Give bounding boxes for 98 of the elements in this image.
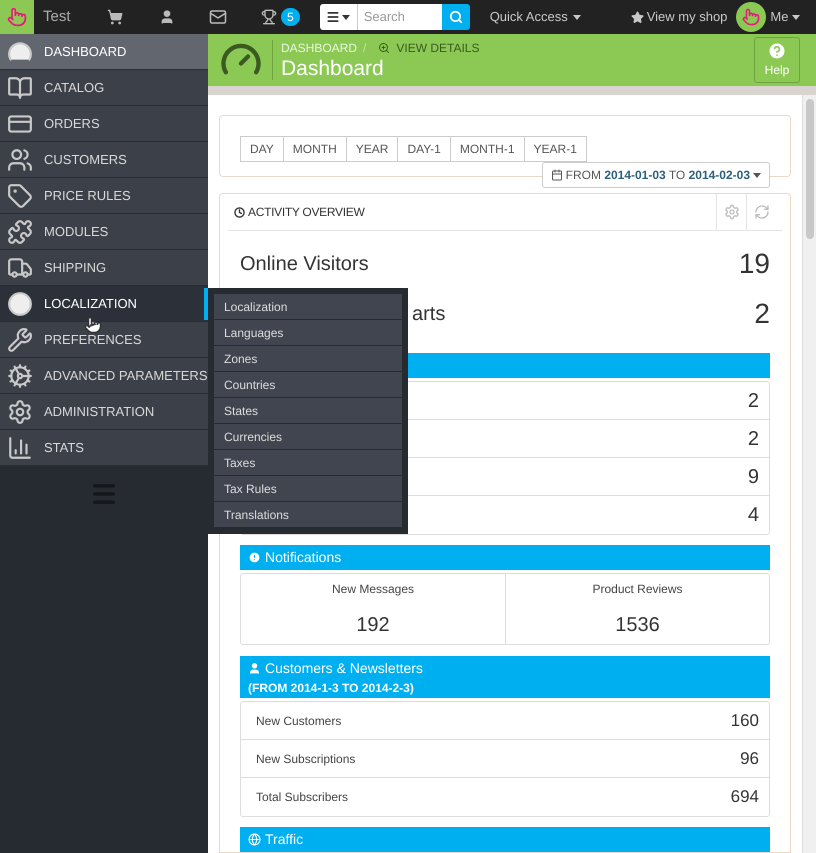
metric-value: 19 — [738, 247, 770, 281]
submenu-item[interactable]: Countries — [214, 372, 402, 398]
stat-value: 96 — [740, 748, 759, 770]
wrench-icon — [6, 326, 34, 352]
submenu-item[interactable]: Tax Rules — [214, 476, 402, 502]
caret-icon — [342, 14, 350, 20]
search-scope-button[interactable] — [320, 4, 358, 30]
search-icon — [448, 10, 463, 24]
sidebar-item-label: PRICE RULES — [44, 186, 131, 205]
sidebar-item[interactable]: CATALOG — [0, 70, 208, 106]
submenu-item[interactable]: Currencies — [214, 424, 402, 450]
stat-label: Product Reviews — [592, 581, 683, 598]
star-icon — [630, 10, 644, 24]
sidebar-item-label: CATALOG — [44, 78, 104, 97]
stat-value: 694 — [730, 786, 759, 808]
caret-icon — [792, 14, 800, 20]
active-indicator — [204, 288, 208, 320]
view-shop-link[interactable]: View my shop — [630, 7, 728, 27]
stat-label: Total Subscribers — [256, 789, 348, 806]
panel-title: ACTIVITY OVERVIEW — [248, 204, 364, 221]
stat-value: 160 — [730, 710, 759, 732]
section-subtitle: (FROM 2014-1-3 TO 2014-2-3) — [248, 680, 415, 696]
submenu-item[interactable]: Localization — [214, 294, 402, 320]
sidebar-item-label: ADMINISTRATION — [44, 402, 154, 421]
stat-value: 1536 — [615, 613, 660, 638]
hand-pointer-icon — [742, 8, 760, 26]
stat-label: New Messages — [332, 581, 414, 598]
stat-value: 192 — [356, 613, 390, 638]
alert-icon — [248, 551, 261, 564]
sidebar-item[interactable]: ADVANCED PARAMETERS — [0, 358, 208, 394]
people-icon — [6, 146, 34, 172]
sidebar-item[interactable]: ORDERS — [0, 106, 208, 142]
stat-label: New Subscriptions — [256, 750, 356, 768]
clock-icon — [234, 206, 245, 218]
stat-value: 2 — [748, 426, 759, 452]
sidebar-item[interactable]: CUSTOMERS — [0, 142, 208, 178]
user-menu[interactable]: Me — [736, 2, 800, 32]
date-period-button[interactable]: YEAR-1 — [524, 136, 587, 162]
submenu-item[interactable]: States — [214, 398, 402, 424]
hand-pointer-icon — [7, 7, 27, 27]
help-icon — [767, 41, 787, 61]
section-title: Customers & Newsletters — [265, 658, 423, 678]
date-period-button[interactable]: YEAR — [346, 136, 398, 162]
date-period-button[interactable]: DAY — [240, 136, 284, 162]
sidebar-item[interactable]: MODULES — [0, 214, 208, 250]
section-title: Traffic — [265, 830, 304, 849]
sidebar-item-label: SHIPPING — [44, 258, 106, 277]
sidebar-item-label: CUSTOMERS — [44, 150, 127, 169]
bar-chart-icon — [6, 434, 34, 460]
stat-value: 2 — [748, 388, 759, 414]
sidebar-item[interactable]: STATS — [0, 430, 208, 466]
submenu-item[interactable]: Zones — [214, 346, 402, 372]
sidebar-item-label: STATS — [44, 438, 84, 457]
quick-access-menu[interactable]: Quick Access — [490, 7, 581, 27]
user-icon — [248, 662, 261, 674]
calendar-icon — [550, 169, 563, 181]
sidebar-item[interactable]: PREFERENCES — [0, 322, 208, 358]
submenu-item[interactable]: Taxes — [214, 450, 402, 476]
caret-icon — [572, 14, 581, 20]
section-title: Notifications — [265, 548, 342, 567]
sidebar-item-label: ADVANCED PARAMETERS — [44, 366, 208, 385]
zoom-in-icon — [378, 42, 390, 54]
sidebar-item[interactable]: SHIPPING — [0, 250, 208, 286]
date-period-button[interactable]: DAY-1 — [397, 136, 451, 162]
puzzle-icon — [6, 218, 34, 244]
book-icon — [6, 74, 34, 100]
metric-label: Online Visitors — [240, 252, 369, 277]
tag-icon — [6, 182, 34, 208]
date-period-button[interactable]: MONTH-1 — [450, 136, 525, 162]
stat-value: 4 — [748, 503, 759, 528]
stat-value: 9 — [748, 464, 759, 490]
page-title: Dashboard — [281, 57, 385, 81]
sidebar-item-label: PREFERENCES — [44, 330, 142, 349]
metric-label: arts — [412, 302, 446, 327]
user-icon[interactable] — [159, 9, 175, 25]
date-range-button[interactable]: FROM 2014-01-03 TO 2014-02-03 — [542, 162, 770, 188]
metric-value: 2 — [754, 297, 770, 331]
sidebar-item[interactable]: DASHBOARD — [0, 34, 208, 70]
sidebar-item-label: ORDERS — [44, 114, 100, 133]
submenu-item[interactable]: Translations — [214, 502, 402, 528]
breadcrumb-separator: / — [363, 40, 366, 57]
caret-icon — [753, 172, 761, 178]
stat-label: New Customers — [256, 712, 342, 730]
sidebar-item-label: DASHBOARD — [44, 42, 126, 61]
sidebar-item[interactable]: ADMINISTRATION — [0, 394, 208, 430]
search-field[interactable]: Search — [358, 4, 442, 30]
cart-icon[interactable] — [107, 9, 123, 25]
mail-icon[interactable] — [209, 8, 227, 26]
menu-icon — [326, 10, 340, 24]
trophy-icon[interactable] — [261, 9, 277, 25]
sidebar-item-label: MODULES — [44, 222, 108, 241]
sidebar-item-label: LOCALIZATION — [44, 294, 137, 313]
notification-badge: 5 — [281, 8, 300, 26]
shop-name: Test — [43, 6, 72, 27]
sidebar-item[interactable]: PRICE RULES — [0, 178, 208, 214]
view-details-link[interactable]: VIEW DETAILS — [396, 39, 480, 57]
submenu-item[interactable]: Languages — [214, 320, 402, 346]
date-period-button[interactable]: MONTH — [282, 136, 347, 162]
